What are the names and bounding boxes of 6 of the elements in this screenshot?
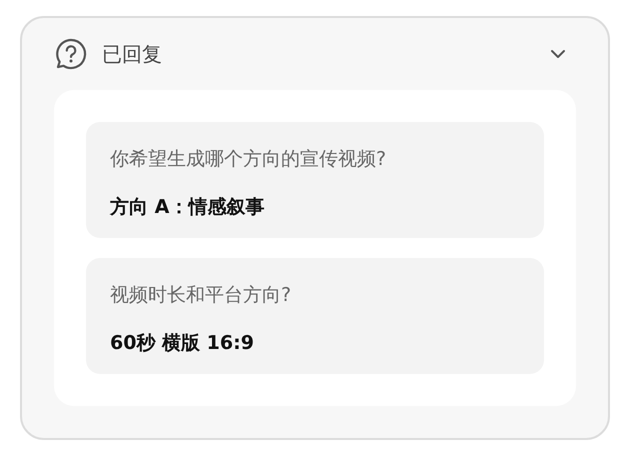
- answer-text: 方向 A：情感叙事: [110, 195, 266, 220]
- question-text: 视频时长和平台方向?: [110, 283, 292, 308]
- question-bubble-icon: [54, 37, 88, 71]
- status-title: 已回复: [102, 40, 163, 68]
- answer-text: 60秒 横版 16:9: [110, 331, 255, 356]
- question-text: 你希望生成哪个方向的宣传视频?: [110, 147, 388, 172]
